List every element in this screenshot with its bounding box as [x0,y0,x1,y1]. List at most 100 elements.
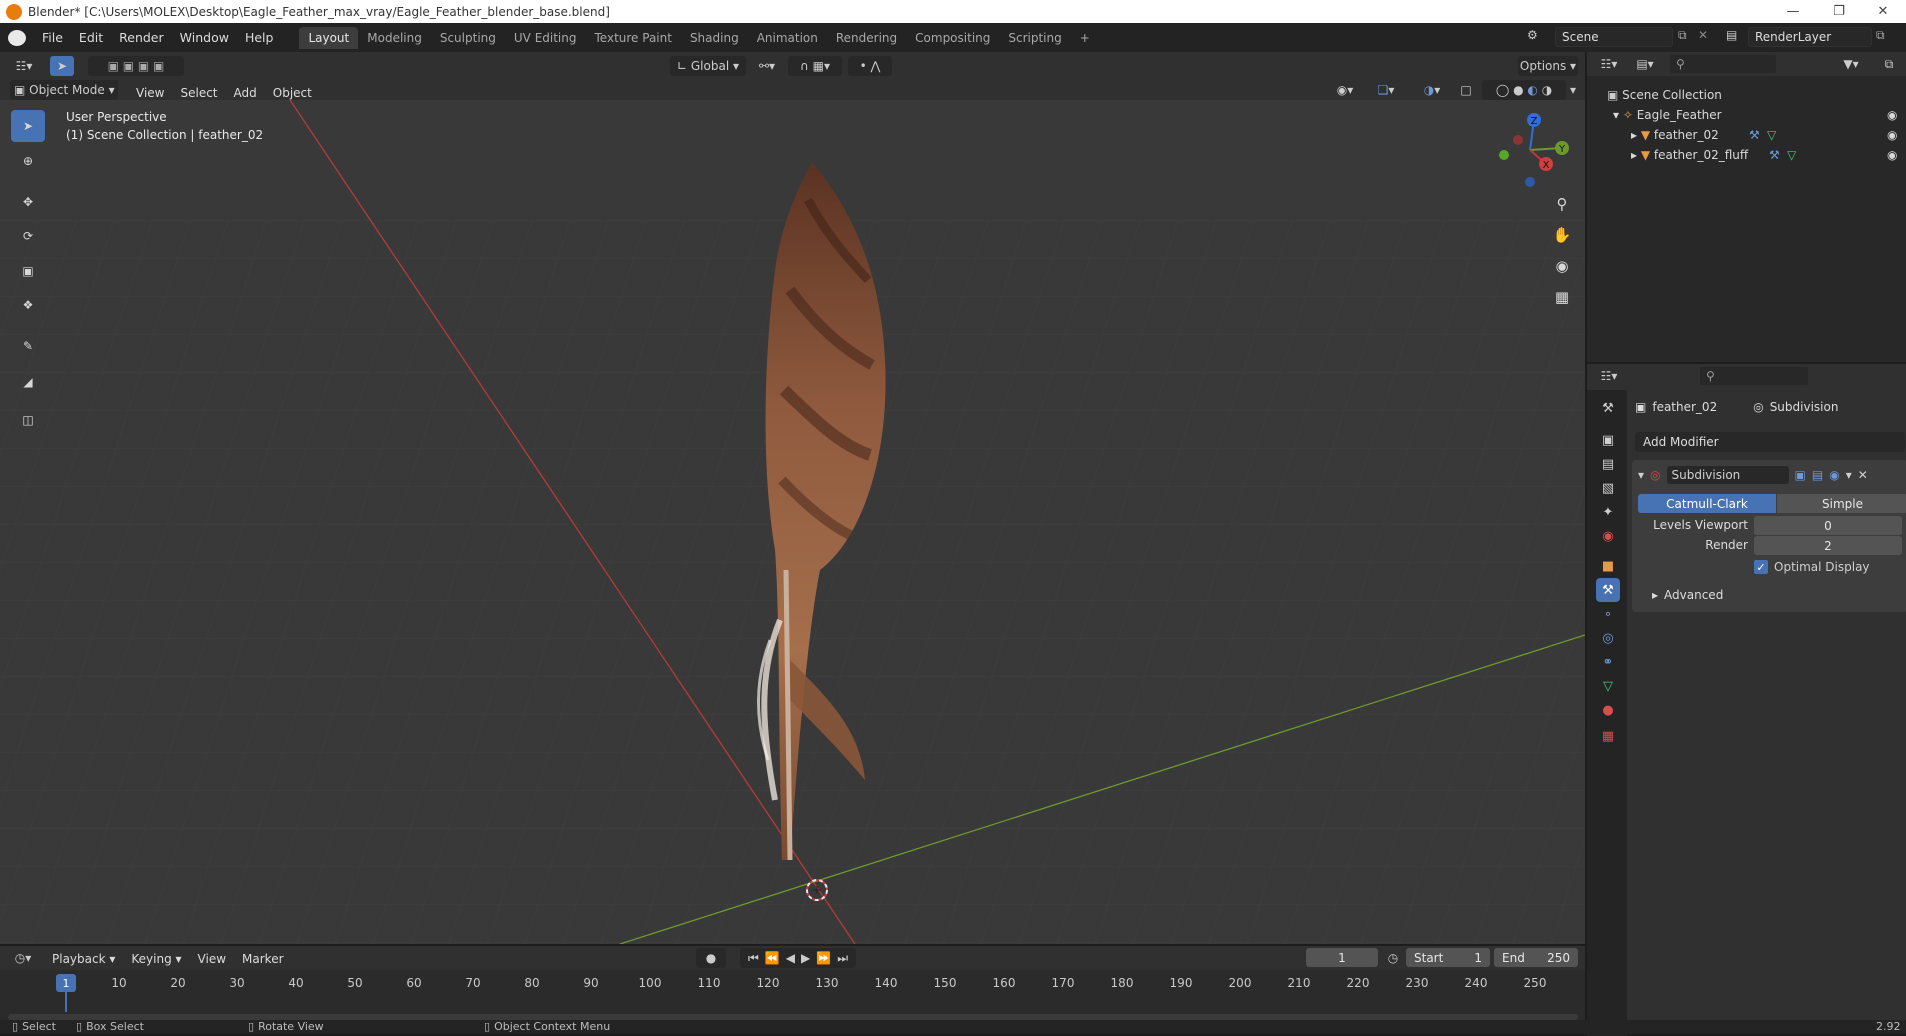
outliner-search-input[interactable]: ⚲ [1669,54,1777,74]
start-frame-field[interactable]: Start 1 [1406,948,1490,967]
properties-editor-type[interactable]: ☷▾ [1595,366,1623,386]
viewport-menu-object[interactable]: Object [265,82,320,104]
jump-start-icon[interactable]: ⏮ [748,951,759,966]
edit-mode-toggle-icon[interactable]: ▣ [1795,468,1806,482]
render-toggle-icon[interactable]: ◉ [1829,468,1839,482]
pivot-point-dropdown[interactable]: ⚯▾ [752,56,782,76]
tab-scene[interactable]: ✦ [1596,500,1620,524]
collapse-icon[interactable]: ▾ [1638,468,1644,482]
rotate-tool[interactable]: ⟳ [11,220,45,252]
scale-tool[interactable]: ▣ [11,255,45,287]
tree-feather-02[interactable]: ▸ ▼ feather_02 ⚒ ▽ ◉ [1587,125,1906,145]
camera-view-button[interactable]: ◉ [1549,253,1575,279]
prev-keyframe-icon[interactable]: ⏪ [765,951,780,965]
object-mode-dropdown[interactable]: ▣ Object Mode ▾ [10,80,118,100]
tab-modifiers[interactable]: ⚒ [1596,578,1620,602]
modifier-wrench-icon[interactable]: ⚒ [1769,148,1780,162]
tab-layout[interactable]: Layout [299,26,359,49]
menu-render[interactable]: Render [111,27,172,49]
gizmo-toggle[interactable]: ❏ ▾ [1366,80,1406,100]
tab-animation[interactable]: Animation [748,27,827,49]
blender-menu-icon[interactable] [8,29,26,46]
transform-tool[interactable]: ❖ [11,289,45,321]
navigation-gizmo[interactable]: Z Y X [1490,110,1570,190]
current-frame-field[interactable]: 1 [1306,948,1378,967]
mesh-data-icon[interactable]: ▽ [1787,148,1796,162]
menu-file[interactable]: File [34,27,71,49]
display-mode-dropdown[interactable]: ▤▾ [1631,54,1659,74]
tree-feather-02-fluff[interactable]: ▸ ▼ feather_02_fluff ⚒ ▽ ◉ [1587,145,1906,165]
levels-viewport-field[interactable]: 0 [1754,516,1902,535]
optimal-display-checkbox[interactable]: ✓ [1754,560,1768,574]
timeline-menu-playback[interactable]: Playback ▾ [44,948,123,970]
add-modifier-dropdown[interactable]: Add Modifier [1635,432,1905,452]
menu-window[interactable]: Window [172,27,237,49]
timeline-editor-type[interactable]: ◷▾ [8,948,38,968]
outliner-editor-type[interactable]: ☷▾ [1595,54,1623,74]
cursor-tool[interactable]: ⊕ [11,145,45,177]
visibility-eye-icon[interactable]: ◉ [1887,108,1897,122]
next-keyframe-icon[interactable]: ⏩ [816,951,831,965]
visibility-eye-icon[interactable]: ◉ [1887,128,1897,142]
viewport-menu-add[interactable]: Add [226,82,265,104]
overlay-toggle[interactable]: ◑ ▾ [1412,80,1452,100]
viewport-menu-view[interactable]: View [128,82,172,104]
scene-name-field[interactable]: Scene [1555,27,1673,47]
jump-end-icon[interactable]: ⏭ [837,951,848,966]
options-dropdown[interactable]: Options ▾ [1518,56,1578,76]
shading-options-dropdown[interactable]: ▾ [1566,80,1580,100]
render-layer-field[interactable]: RenderLayer [1748,27,1872,47]
remove-scene-icon[interactable]: ✕ [1698,28,1708,42]
mesh-data-icon[interactable]: ▽ [1767,128,1776,142]
ortho-toggle-button[interactable]: ▦ [1549,284,1575,310]
restore-icon[interactable]: ❐ [1816,0,1862,23]
pan-view-button[interactable]: ✋ [1549,222,1575,248]
timeline-menu-marker[interactable]: Marker [234,948,291,970]
play-icon[interactable]: ▶ [801,951,810,965]
timeline-menu-view[interactable]: View [190,948,234,970]
properties-search-input[interactable]: ⚲ [1699,366,1809,386]
new-collection-button[interactable]: ⧉ [1877,54,1901,74]
annotate-tool[interactable]: ✎ [11,330,45,362]
simple-button[interactable]: Simple [1777,494,1906,513]
playhead[interactable]: 1 [56,974,76,992]
xray-toggle[interactable]: □ [1458,80,1474,100]
tab-view-layer[interactable]: ▧ [1596,476,1620,500]
tree-eagle-feather[interactable]: ▾ ✧ Eagle_Feather ◉ [1587,105,1906,125]
new-scene-icon[interactable]: ⧉ [1678,28,1687,43]
preview-range-toggle[interactable]: ◷ [1384,948,1402,968]
render-levels-field[interactable]: 2 [1754,536,1902,555]
tab-modeling[interactable]: Modeling [358,27,431,49]
close-icon[interactable]: ✕ [1860,0,1906,23]
tab-output[interactable]: ▤ [1596,452,1620,476]
select-mode-button[interactable]: ➤ [50,56,74,76]
tab-object[interactable]: ■ [1596,554,1620,578]
new-view-layer-icon[interactable]: ⧉ [1876,28,1885,43]
minimize-icon[interactable]: — [1770,0,1816,23]
move-tool[interactable]: ✥ [11,186,45,218]
3d-viewport[interactable]: User Perspective (1) Scene Collection | … [0,100,1585,944]
tab-texture[interactable]: ▦ [1596,724,1620,748]
tab-texture-paint[interactable]: Texture Paint [586,27,681,49]
tab-physics[interactable]: ◎ [1596,626,1620,650]
visibility-eye-icon[interactable]: ◉ [1887,148,1897,162]
end-frame-field[interactable]: End 250 [1494,948,1578,967]
tab-constraints[interactable]: ⚭ [1596,650,1620,674]
tab-material[interactable]: ● [1596,698,1620,722]
tab-scripting[interactable]: Scripting [999,27,1070,49]
transform-orientation-dropdown[interactable]: ∟ Global ▾ [670,56,746,76]
modifier-name-field[interactable]: Subdivision [1666,466,1789,484]
menu-help[interactable]: Help [237,27,282,49]
zoom-view-button[interactable]: ⚲ [1549,191,1575,217]
editor-type-button[interactable]: ☷▾ [8,56,40,76]
tab-world[interactable]: ◉ [1596,524,1620,548]
play-reverse-icon[interactable]: ◀ [786,951,795,965]
scene-selector-icon[interactable]: ⚙ [1527,28,1543,46]
modifier-wrench-icon[interactable]: ⚒ [1749,128,1760,142]
menu-edit[interactable]: Edit [71,27,111,49]
tab-render[interactable]: ▣ [1596,428,1620,452]
shading-mode-buttons[interactable]: ◯ ● ◐ ◑ [1482,80,1566,100]
measure-tool[interactable]: ◢ [11,366,45,398]
tab-particles[interactable]: ∘ [1596,602,1620,626]
selection-set-buttons[interactable]: ▣ ▣ ▣ ▣ [88,56,184,76]
